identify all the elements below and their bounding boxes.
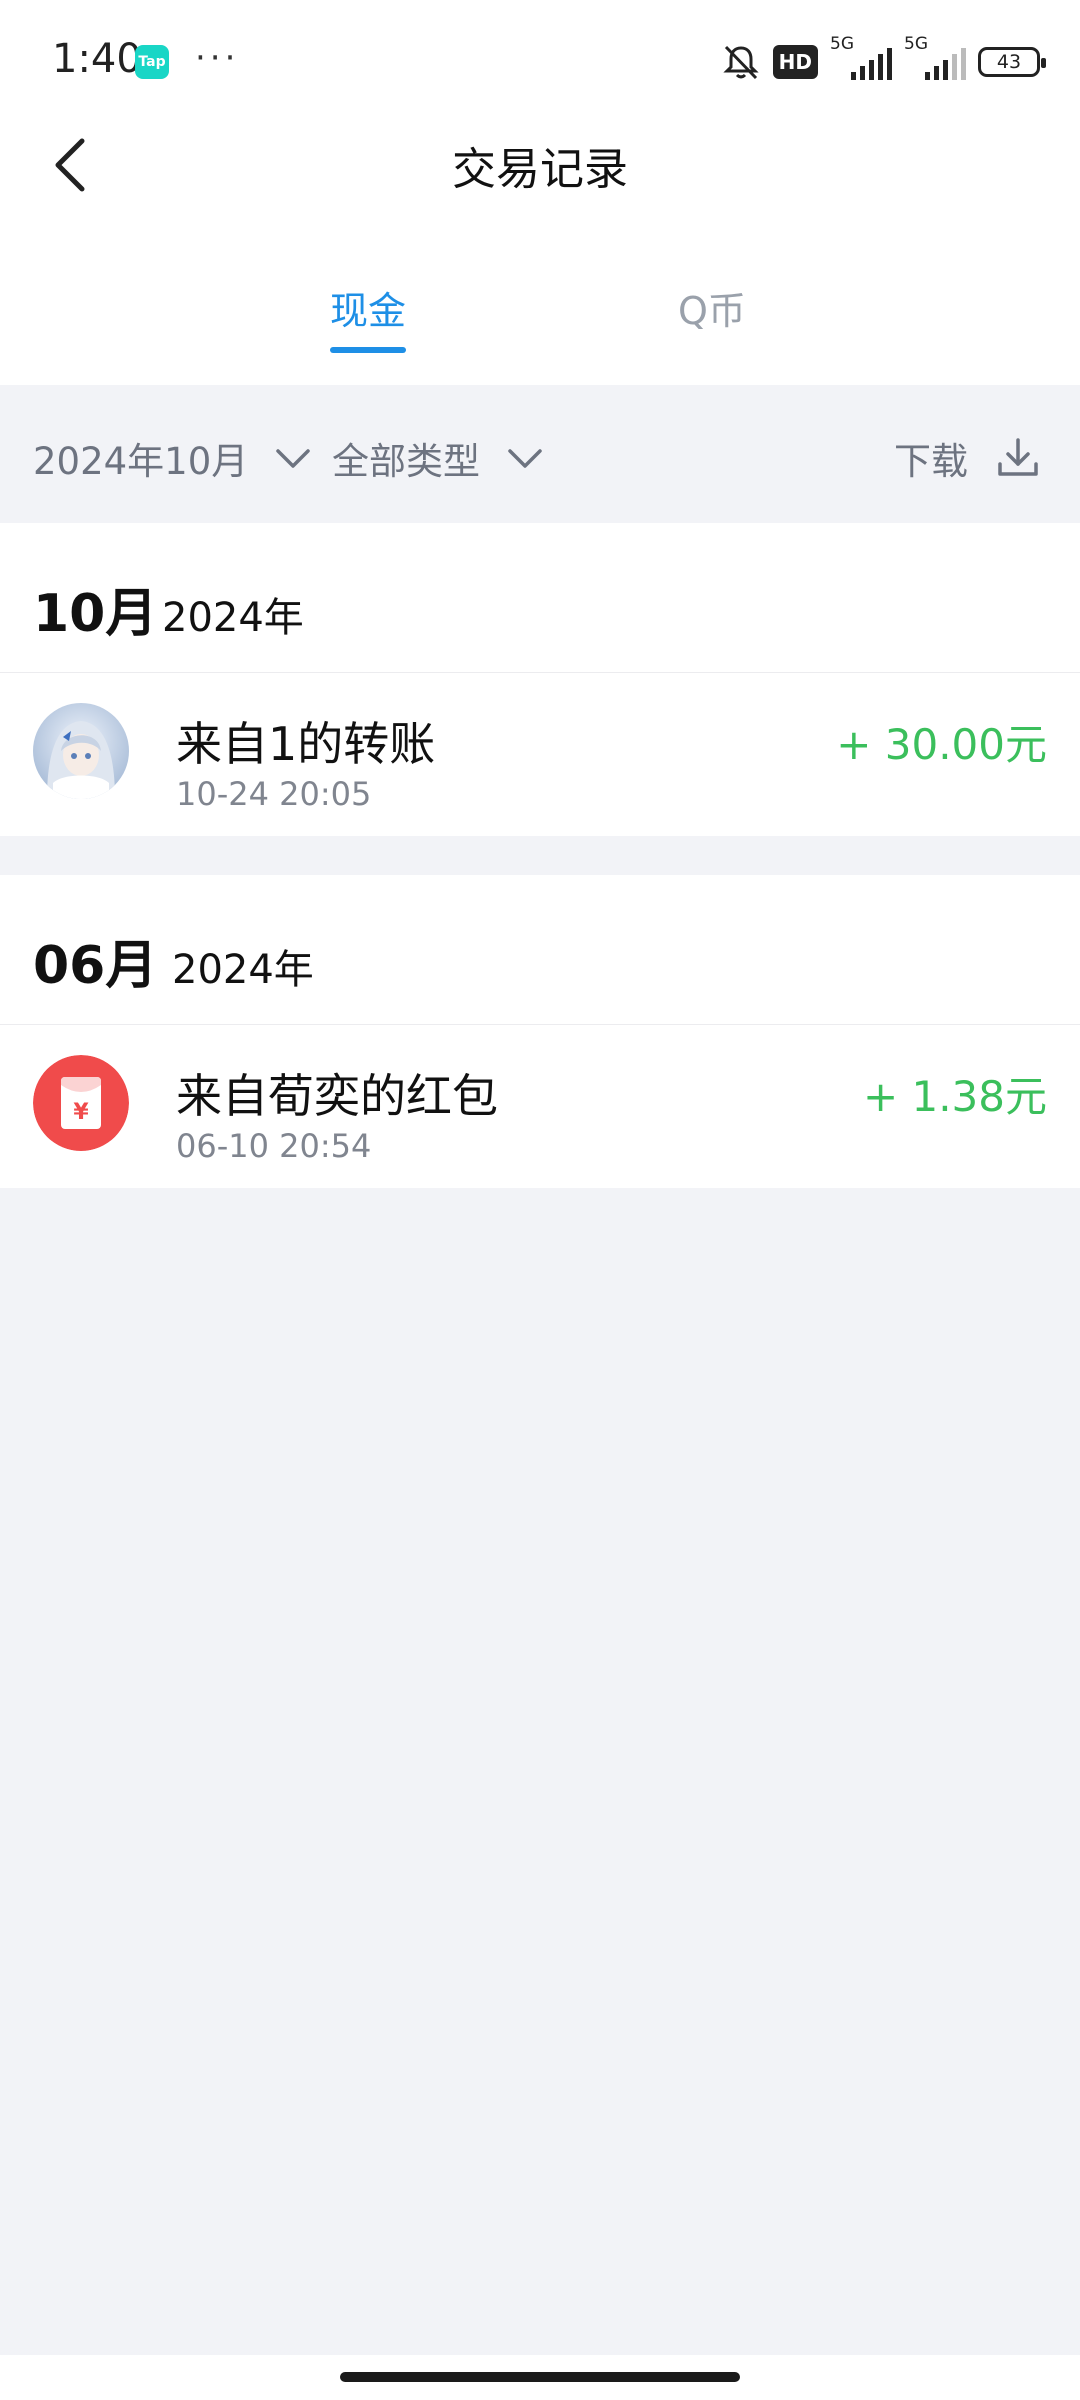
transaction-group-june: 06月 2024年 ¥ 来自荀奕的红包 06-10 20:54 + 1.38元 bbox=[0, 875, 1080, 1188]
red-packet-icon: ¥ bbox=[33, 1055, 129, 1151]
tap-app-icon: Tap bbox=[135, 45, 169, 79]
transaction-time: 06-10 20:54 bbox=[176, 1127, 372, 1165]
group-year: 2024年 bbox=[172, 947, 314, 993]
date-filter-label: 2024年10月 bbox=[33, 440, 249, 483]
type-filter-label: 全部类型 bbox=[332, 440, 480, 483]
transaction-row[interactable]: 来自1的转账 10-24 20:05 + 30.00元 bbox=[0, 673, 1080, 836]
transaction-amount: + 1.38元 bbox=[862, 1072, 1047, 1121]
group-header: 06月 2024年 bbox=[0, 875, 1080, 1025]
more-notifications-icon: ··· bbox=[195, 38, 240, 78]
tab-qcoin[interactable]: Q币 bbox=[678, 280, 746, 335]
filter-bar: 2024年10月 全部类型 下载 bbox=[0, 385, 1080, 523]
hd-voice-icon: HD bbox=[772, 45, 818, 79]
status-indicators: HD 5G 5G 43 bbox=[721, 34, 1046, 84]
transaction-title: 来自1的转账 bbox=[176, 717, 436, 771]
chevron-down-icon bbox=[508, 449, 542, 468]
tab-bar: 现金 Q币 bbox=[0, 235, 1080, 385]
status-time: 1:40 bbox=[52, 36, 142, 82]
download-button[interactable]: 下载 bbox=[894, 431, 1040, 485]
transaction-amount: + 30.00元 bbox=[836, 720, 1047, 769]
avatar bbox=[33, 703, 129, 799]
type-filter-dropdown[interactable]: 全部类型 bbox=[332, 431, 544, 485]
active-tab-indicator bbox=[330, 347, 406, 353]
anime-avatar-icon bbox=[33, 703, 129, 799]
chevron-down-icon bbox=[276, 449, 310, 468]
transaction-row[interactable]: ¥ 来自荀奕的红包 06-10 20:54 + 1.38元 bbox=[0, 1025, 1080, 1188]
group-month: 10月 bbox=[33, 584, 158, 644]
home-indicator[interactable] bbox=[340, 2372, 740, 2382]
date-filter-dropdown[interactable]: 2024年10月 bbox=[33, 431, 312, 485]
page-title: 交易记录 bbox=[452, 144, 628, 195]
download-icon bbox=[998, 438, 1038, 476]
group-year: 2024年 bbox=[162, 595, 304, 641]
download-label: 下载 bbox=[894, 440, 968, 483]
signal-icon-sim1: 5G bbox=[830, 34, 892, 84]
tab-cash[interactable]: 现金 bbox=[330, 280, 406, 335]
group-header: 10月 2024年 bbox=[0, 523, 1080, 673]
navigation-bar: 交易记录 bbox=[0, 95, 1080, 235]
signal-icon-sim2: 5G bbox=[904, 34, 966, 84]
battery-icon: 43 bbox=[978, 47, 1046, 77]
svg-text:¥: ¥ bbox=[73, 1100, 89, 1125]
group-month: 06月 bbox=[33, 936, 158, 996]
transaction-group-october: 10月 2024年 来自1的转账 10-24 20:05 + 30.00元 bbox=[0, 523, 1080, 836]
transaction-title: 来自荀奕的红包 bbox=[176, 1069, 498, 1123]
transaction-time: 10-24 20:05 bbox=[176, 775, 372, 813]
mute-bell-icon bbox=[723, 45, 759, 80]
